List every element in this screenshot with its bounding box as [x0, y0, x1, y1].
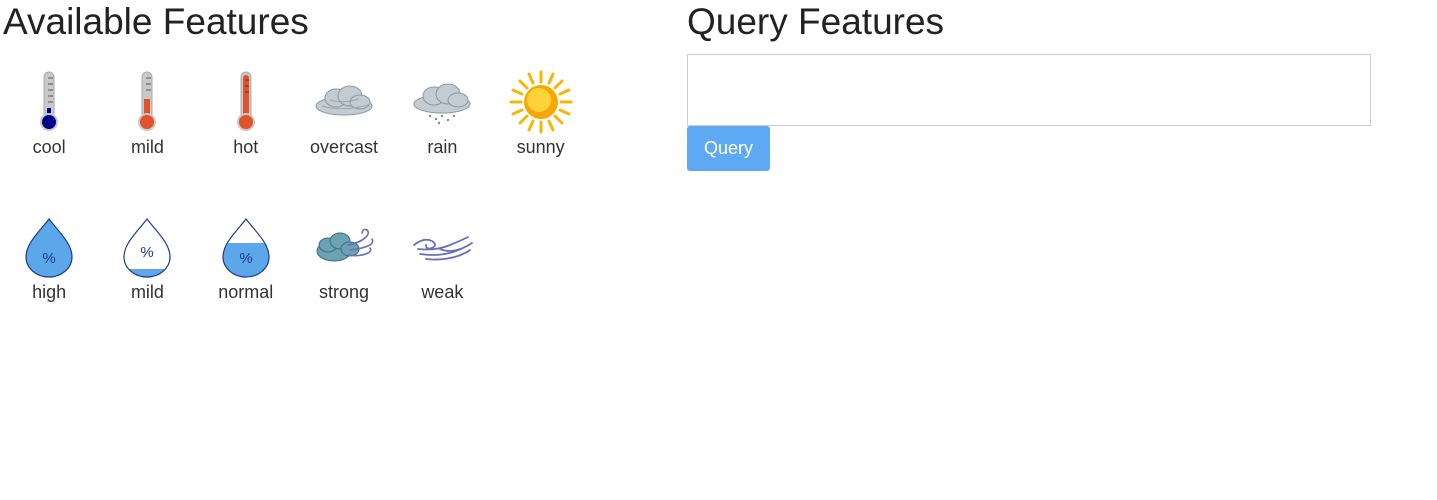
- feature-label: strong: [319, 282, 370, 302]
- feature-label: hot: [233, 137, 259, 157]
- feature-cool[interactable]: cool: [0, 70, 98, 158]
- thermometer-cool-icon: [17, 70, 81, 134]
- feature-label: high: [32, 282, 67, 302]
- feature-label: normal: [218, 282, 274, 302]
- feature-label: cool: [32, 137, 66, 157]
- available-features-panel: Available Features cool mild hot overcas…: [0, 0, 660, 302]
- rain-cloud-icon: [410, 70, 474, 134]
- feature-label: sunny: [516, 137, 565, 157]
- feature-row-2: % high % mild % normal strong weak: [0, 215, 491, 303]
- svg-text:%: %: [239, 250, 252, 267]
- feature-overcast[interactable]: overcast: [295, 70, 393, 158]
- thermometer-mild-icon: [115, 70, 179, 134]
- feature-label: mild: [130, 282, 164, 302]
- sun-icon: [509, 70, 573, 134]
- feature-sunny[interactable]: sunny: [491, 70, 589, 158]
- feature-rain[interactable]: rain: [393, 70, 491, 158]
- humidity-mild-icon: %: [115, 215, 179, 279]
- feature-label: mild: [130, 137, 164, 157]
- overcast-cloud-icon: [312, 70, 376, 134]
- wind-weak-icon: [410, 215, 474, 279]
- humidity-high-icon: %: [17, 215, 81, 279]
- feature-label: rain: [427, 137, 458, 157]
- feature-mild-humidity[interactable]: % mild: [98, 215, 196, 303]
- query-features-panel: Query Features Query: [687, 0, 1387, 171]
- feature-label: weak: [421, 282, 464, 302]
- feature-label: overcast: [310, 137, 379, 157]
- feature-hot[interactable]: hot: [197, 70, 295, 158]
- query-features-title: Query Features: [687, 1, 945, 42]
- svg-text:%: %: [141, 244, 154, 261]
- feature-mild-temperature[interactable]: mild: [98, 70, 196, 158]
- available-features-title: Available Features: [3, 1, 309, 42]
- humidity-normal-icon: %: [214, 215, 278, 279]
- feature-weak[interactable]: weak: [393, 215, 491, 303]
- wind-strong-icon: [312, 215, 376, 279]
- feature-high[interactable]: % high: [0, 215, 98, 303]
- feature-normal[interactable]: % normal: [197, 215, 295, 303]
- query-button[interactable]: Query: [687, 126, 770, 171]
- query-drop-area[interactable]: [687, 54, 1371, 126]
- svg-text:%: %: [42, 250, 55, 267]
- feature-row-1: cool mild hot overcast rain sunny: [0, 70, 590, 158]
- thermometer-hot-icon: [214, 70, 278, 134]
- feature-strong[interactable]: strong: [295, 215, 393, 303]
